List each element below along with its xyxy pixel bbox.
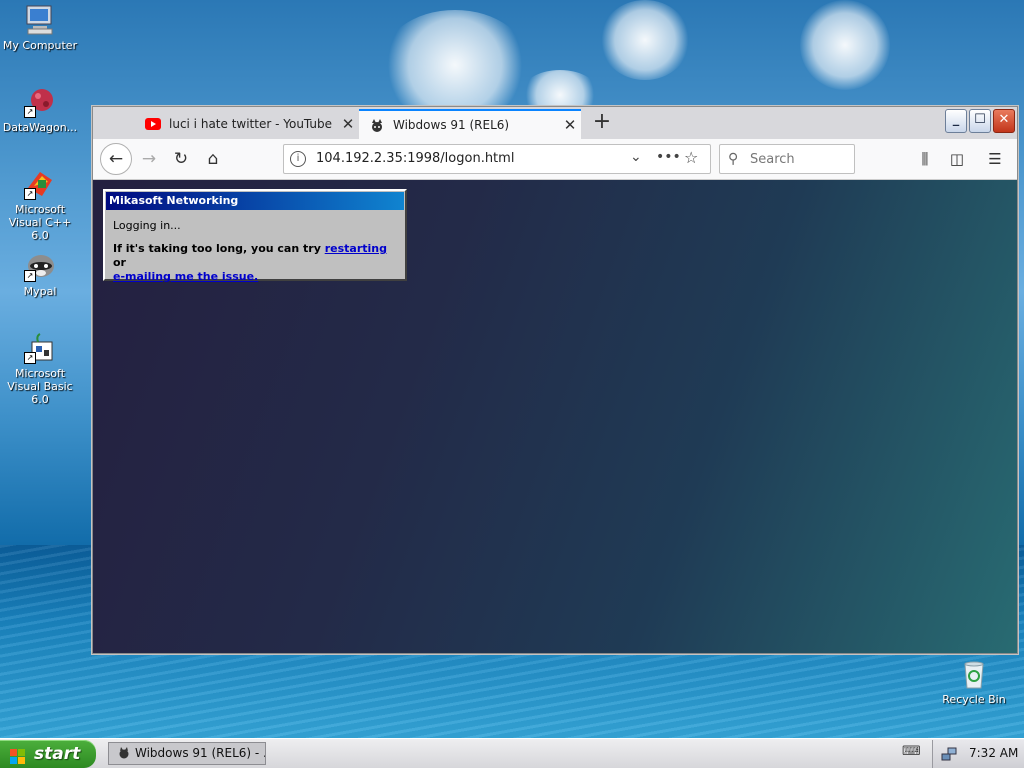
url-bar[interactable]: i 104.192.2.35:1998/logon.html ⌄ ••• ☆	[283, 144, 711, 174]
sidebar-icon[interactable]: ◫	[943, 145, 971, 173]
taskbar-item-label: Wibdows 91 (REL6) - ...	[135, 746, 266, 760]
status-text: Logging in...	[113, 219, 181, 232]
shortcut-arrow-icon: ↗	[24, 188, 36, 200]
clock[interactable]: 7:32 AM	[969, 746, 1018, 760]
visual-cpp-icon: ↗	[24, 168, 56, 200]
cat-icon	[117, 746, 131, 760]
desktop-icon-recycle-bin[interactable]: Recycle Bin	[934, 658, 1014, 706]
menu-icon[interactable]: ☰	[981, 145, 1009, 173]
maximize-button[interactable]: ☐	[969, 109, 991, 133]
search-placeholder: Search	[750, 152, 795, 167]
computer-icon	[24, 4, 56, 36]
help-message: If it's taking too long, you can try res…	[113, 242, 397, 284]
shortcut-arrow-icon: ↗	[24, 352, 36, 364]
url-text: 104.192.2.35:1998/logon.html	[316, 151, 515, 166]
taskbar: start Wibdows 91 (REL6) - ... ⌨ 7:32 AM	[0, 738, 1024, 768]
start-label: start	[34, 744, 81, 764]
tab-title: luci i hate twitter - YouTube	[169, 117, 333, 131]
tab-wibdows[interactable]: Wibdows 91 (REL6) ✕	[359, 109, 581, 139]
tab-youtube[interactable]: luci i hate twitter - YouTube ✕	[135, 109, 359, 139]
desktop-icon-label: My Computer	[2, 39, 78, 52]
desktop-icon-label: Microsoft Visual C++ 6.0	[8, 203, 72, 242]
tab-strip: luci i hate twitter - YouTube ✕ Wibdows …	[93, 107, 1017, 139]
cat-icon	[369, 119, 385, 132]
close-icon[interactable]: ✕	[559, 116, 581, 134]
dialog-title: Mikasoft Networking	[106, 192, 404, 210]
page-actions-icon[interactable]: •••	[656, 149, 681, 165]
cloud	[380, 10, 530, 120]
raccoon-icon: ↗	[24, 250, 56, 282]
minimize-button[interactable]: _	[945, 109, 967, 133]
desktop-icon-label: Mypal	[23, 285, 57, 298]
cloud	[800, 0, 890, 90]
desktop-icon-visual-cpp[interactable]: ↗ Microsoft Visual C++ 6.0	[0, 168, 80, 242]
windows-flag-icon	[10, 746, 26, 764]
restart-link[interactable]: restarting	[325, 242, 387, 255]
home-button[interactable]: ⌂	[199, 145, 227, 173]
search-icon: ⚲	[728, 151, 739, 167]
window-controls: _ ☐ ✕	[945, 109, 1015, 133]
shortcut-arrow-icon: ↗	[24, 270, 36, 282]
bookmark-star-icon[interactable]: ☆	[684, 148, 698, 167]
datawagon-icon: ↗	[24, 86, 56, 118]
desktop-icon-label: Recycle Bin	[942, 693, 1006, 706]
tab-title: Wibdows 91 (REL6)	[393, 118, 510, 132]
new-tab-button[interactable]: +	[589, 110, 615, 136]
message-prefix: If it's taking too long, you can try	[113, 242, 325, 255]
desktop-icon-visual-basic[interactable]: ↗ Microsoft Visual Basic 6.0	[0, 332, 80, 406]
close-icon[interactable]: ✕	[337, 115, 359, 133]
browser-window: luci i hate twitter - YouTube ✕ Wibdows …	[92, 106, 1018, 654]
taskbar-item-browser[interactable]: Wibdows 91 (REL6) - ...	[108, 742, 266, 765]
search-field[interactable]: ⚲ Search	[719, 144, 855, 174]
youtube-icon	[145, 118, 161, 130]
desktop-icon-datawagon[interactable]: ↗ DataWagon...	[0, 86, 80, 134]
visual-basic-icon: ↗	[24, 332, 56, 364]
recycle-bin-icon	[958, 658, 990, 690]
forward-button[interactable]: →	[135, 145, 163, 173]
desktop-icon-my-computer[interactable]: My Computer	[0, 4, 80, 52]
desktop-icon-label: Microsoft Visual Basic 6.0	[7, 367, 73, 406]
reload-button[interactable]: ↻	[167, 145, 195, 173]
shortcut-arrow-icon: ↗	[24, 106, 36, 118]
dialog-body: Logging in... If it's taking too long, y…	[105, 211, 405, 284]
email-link[interactable]: e-mailing me the issue.	[113, 270, 258, 283]
page-content: Mikasoft Networking Logging in... If it'…	[93, 180, 1017, 653]
start-button[interactable]: start	[0, 740, 96, 768]
close-window-button[interactable]: ✕	[993, 109, 1015, 133]
system-tray: 7:32 AM	[932, 740, 1024, 768]
library-icon[interactable]: ⫼	[911, 145, 939, 173]
desktop-icon-mypal[interactable]: ↗ Mypal	[0, 250, 80, 298]
keyboard-icon[interactable]: ⌨	[902, 744, 921, 762]
back-button[interactable]: ←	[100, 143, 132, 175]
message-mid: or	[113, 256, 126, 269]
info-icon[interactable]: i	[290, 151, 306, 167]
networking-dialog: Mikasoft Networking Logging in... If it'…	[103, 189, 407, 284]
navigation-toolbar: ← → ↻ ⌂ i 104.192.2.35:1998/logon.html ⌄…	[93, 139, 1017, 180]
network-icon[interactable]	[941, 746, 957, 762]
chevron-down-icon[interactable]: ⌄	[630, 149, 642, 165]
desktop-icon-label: DataWagon...	[2, 121, 78, 134]
cloud	[600, 0, 690, 80]
